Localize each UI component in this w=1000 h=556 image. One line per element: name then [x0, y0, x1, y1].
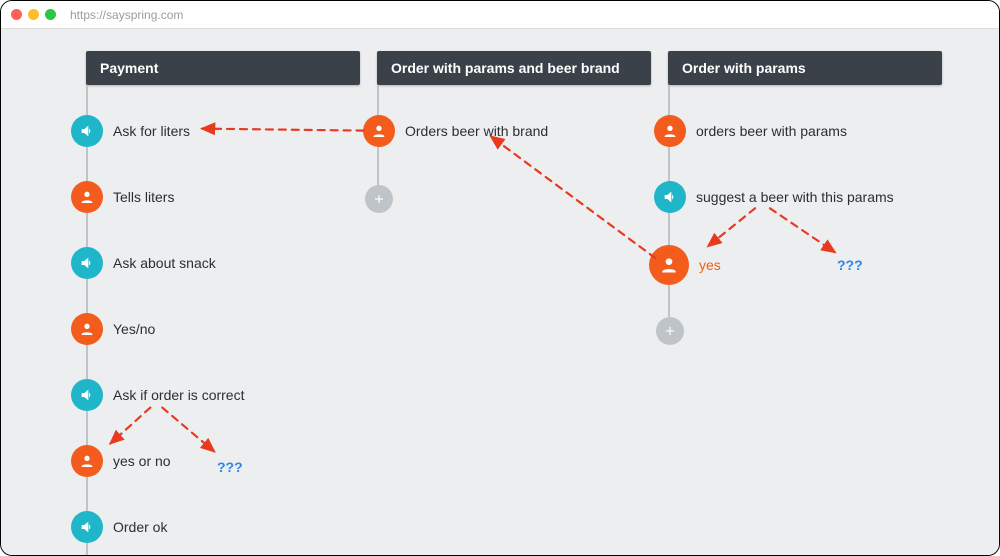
flow-node[interactable]: Orders beer with brand: [363, 115, 548, 147]
speaker-icon: [71, 115, 103, 147]
speaker-icon: [654, 181, 686, 213]
plus-icon: [656, 317, 684, 345]
node-label: Ask about snack: [113, 255, 216, 271]
node-label: Ask if order is correct: [113, 387, 244, 403]
speaker-icon: [71, 247, 103, 279]
flow-node[interactable]: Tells liters: [71, 181, 174, 213]
node-label: Order ok: [113, 519, 167, 535]
window-minimize-icon[interactable]: [28, 9, 39, 20]
column-title: Order with params and beer brand: [391, 60, 620, 76]
flow-node[interactable]: Ask for liters: [71, 115, 190, 147]
window-close-icon[interactable]: [11, 9, 22, 20]
unknown-branch-label[interactable]: ???: [837, 257, 863, 273]
flow-node[interactable]: Yes/no: [71, 313, 155, 345]
node-label: orders beer with params: [696, 123, 847, 139]
user-icon: [71, 313, 103, 345]
flow-node[interactable]: Ask about snack: [71, 247, 216, 279]
add-step-button[interactable]: [365, 185, 393, 213]
speaker-icon: [71, 379, 103, 411]
flow-canvas[interactable]: Payment Ask for liters Tells liters Ask …: [1, 29, 999, 555]
column-title: Payment: [100, 60, 158, 76]
user-icon: [71, 445, 103, 477]
titlebar: https://sayspring.com: [1, 1, 999, 29]
column-header-order-params[interactable]: Order with params: [668, 51, 942, 85]
node-label: Ask for liters: [113, 123, 190, 139]
unknown-branch-label[interactable]: ???: [217, 459, 243, 475]
flow-node[interactable]: orders beer with params: [654, 115, 847, 147]
plus-icon: [365, 185, 393, 213]
flow-node[interactable]: yes or no: [71, 445, 171, 477]
browser-window: https://sayspring.com Payment Ask for li…: [0, 0, 1000, 556]
node-label: yes: [699, 257, 721, 273]
window-zoom-icon[interactable]: [45, 9, 56, 20]
flow-node[interactable]: Order ok: [71, 511, 167, 543]
address-bar-url: https://sayspring.com: [70, 8, 183, 22]
user-icon: [654, 115, 686, 147]
user-icon: [363, 115, 395, 147]
column-header-payment[interactable]: Payment: [86, 51, 360, 85]
node-label: Yes/no: [113, 321, 155, 337]
add-step-button[interactable]: [656, 317, 684, 345]
node-label: yes or no: [113, 453, 171, 469]
column-header-order-brand[interactable]: Order with params and beer brand: [377, 51, 651, 85]
user-icon: [649, 245, 689, 285]
flow-node-active[interactable]: yes: [649, 245, 721, 285]
node-label: Orders beer with brand: [405, 123, 548, 139]
node-label: suggest a beer with this params: [696, 189, 894, 205]
node-label: Tells liters: [113, 189, 174, 205]
flow-node[interactable]: Ask if order is correct: [71, 379, 244, 411]
speaker-icon: [71, 511, 103, 543]
user-icon: [71, 181, 103, 213]
flow-node[interactable]: suggest a beer with this params: [654, 181, 894, 213]
column-title: Order with params: [682, 60, 806, 76]
